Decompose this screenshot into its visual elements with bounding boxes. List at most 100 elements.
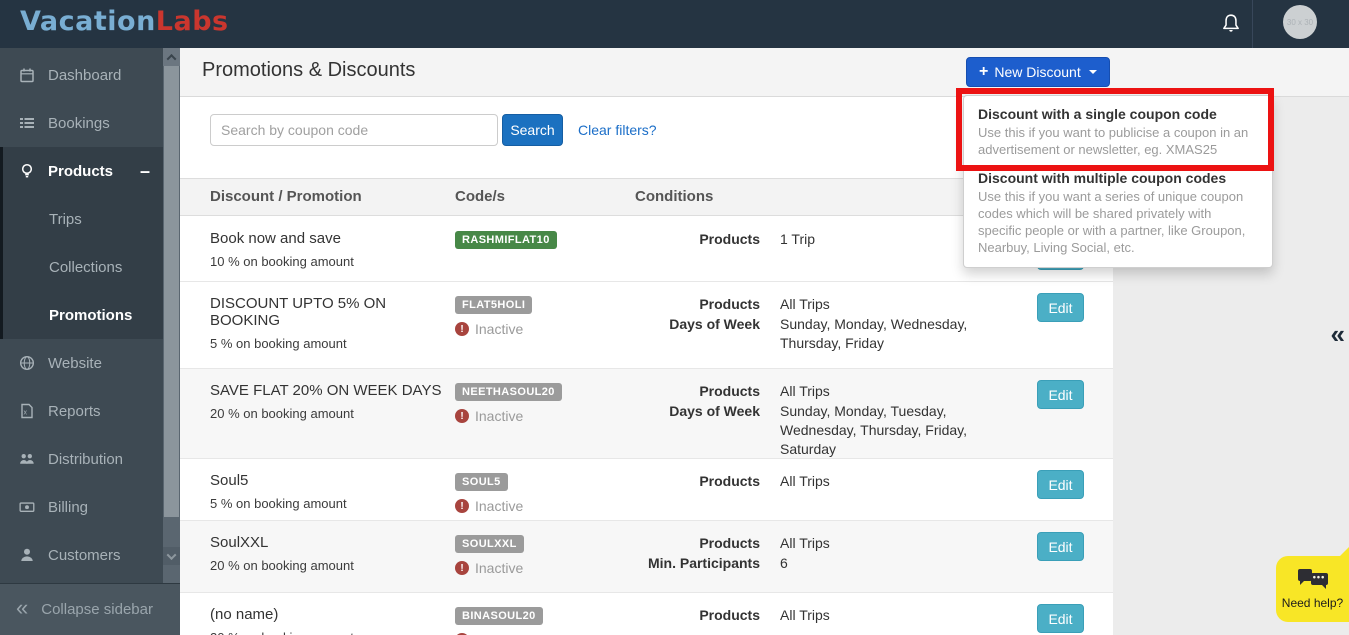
scroll-up-button[interactable] bbox=[163, 48, 180, 66]
sidebar-item-label: Reports bbox=[48, 403, 101, 420]
edit-button[interactable]: Edit bbox=[1037, 380, 1084, 409]
coupon-code-badge: NEETHASOUL20 bbox=[455, 383, 562, 401]
inactive-status: !Inactive bbox=[455, 321, 625, 337]
sidebar: DashboardBookings Products – TripsCollectio… bbox=[0, 48, 180, 635]
discount-name: DISCOUNT UPTO 5% ON BOOKING bbox=[210, 295, 450, 329]
list-icon bbox=[19, 115, 35, 131]
dropdown-item[interactable]: Discount with a single coupon codeUse th… bbox=[964, 103, 1272, 160]
column-header-discount: Discount / Promotion bbox=[210, 188, 362, 205]
collapse-sidebar-button[interactable]: « Collapse sidebar bbox=[0, 583, 180, 635]
conditions-cell: ProductsAll Trips bbox=[635, 606, 1015, 625]
dropdown-item-description: Use this if you want to publicise a coup… bbox=[978, 124, 1258, 158]
sidebar-item-website[interactable]: Website bbox=[0, 339, 180, 387]
edit-button[interactable]: Edit bbox=[1037, 604, 1084, 633]
scroll-down-button[interactable] bbox=[163, 547, 180, 565]
conditions-cell: Products All Trips Days of Week Sunday, Mon… bbox=[635, 295, 1015, 353]
warning-icon: ! bbox=[455, 322, 469, 336]
new-discount-label: New Discount bbox=[994, 64, 1080, 80]
discount-name-cell: Book now and save 10 % on booking amount bbox=[210, 230, 450, 269]
page-title: Promotions & Discounts bbox=[202, 59, 415, 82]
new-discount-dropdown: Discount with a single coupon codeUse th… bbox=[963, 95, 1273, 268]
discount-detail: 10 % on booking amount bbox=[210, 254, 450, 269]
chat-bubbles-icon: ••• bbox=[1298, 569, 1328, 590]
collapse-minus-icon[interactable]: – bbox=[140, 161, 150, 182]
condition-label: Products bbox=[635, 230, 760, 249]
condition-label: Products bbox=[635, 382, 760, 401]
table-body: Book now and save 10 % on booking amount R… bbox=[180, 217, 1113, 635]
search-input[interactable] bbox=[210, 114, 498, 146]
table-row: Soul55 % on booking amountSOUL5!Inactive… bbox=[180, 459, 1113, 521]
sidebar-item-bookings[interactable]: Bookings bbox=[0, 99, 180, 147]
clear-filters-link[interactable]: Clear filters? bbox=[578, 122, 657, 138]
sidebar-scrollbar[interactable] bbox=[163, 48, 180, 583]
condition-label: Products bbox=[635, 472, 760, 491]
sidebar-item-reports[interactable]: x Reports bbox=[0, 387, 180, 435]
condition-label: Days of Week bbox=[635, 402, 760, 459]
discount-detail: 5 % on booking amount bbox=[210, 336, 450, 351]
search-button[interactable]: Search bbox=[502, 114, 563, 146]
need-help-label: Need help? bbox=[1282, 596, 1343, 610]
conditions-cell: ProductsAll Trips bbox=[635, 472, 1015, 491]
discount-name: SAVE FLAT 20% ON WEEK DAYS bbox=[210, 382, 450, 399]
dropdown-item[interactable]: Discount with multiple coupon codesUse t… bbox=[964, 167, 1272, 258]
sidebar-item-distribution[interactable]: Distribution bbox=[0, 435, 180, 483]
warning-icon: ! bbox=[455, 409, 469, 423]
sidebar-products-group: Products – TripsCollectionsPromotions bbox=[0, 147, 180, 339]
discount-detail: 5 % on booking amount bbox=[210, 496, 450, 511]
condition-value: Sunday, Monday, Tuesday, Wednesday, Thur… bbox=[780, 402, 1015, 459]
notifications-bell-icon[interactable] bbox=[1220, 13, 1242, 35]
sidebar-subitem-promotions[interactable]: Promotions bbox=[3, 291, 180, 339]
sidebar-item-billing[interactable]: Billing bbox=[0, 483, 180, 531]
discount-name-cell: (no name)20 % on booking amount bbox=[210, 606, 450, 635]
condition-value: 6 bbox=[780, 554, 1015, 573]
code-cell: RASHMIFLAT10 bbox=[455, 230, 625, 249]
scrollbar-thumb[interactable] bbox=[164, 66, 179, 517]
coupon-code-badge: RASHMIFLAT10 bbox=[455, 231, 557, 249]
billing-icon bbox=[19, 499, 35, 515]
new-discount-button[interactable]: + New Discount bbox=[966, 57, 1110, 87]
sidebar-item-label: Products bbox=[48, 163, 113, 180]
condition-label: Days of Week bbox=[635, 315, 760, 353]
collapse-panel-icon[interactable]: « bbox=[1331, 319, 1345, 350]
condition-value: Sunday, Monday, Wednesday, Thursday, Fri… bbox=[780, 315, 1015, 353]
discount-detail: 20 % on booking amount bbox=[210, 406, 450, 421]
calendar-icon bbox=[19, 67, 35, 83]
condition-value: All Trips bbox=[780, 606, 1015, 625]
condition-label: Products bbox=[635, 295, 760, 314]
dropdown-item-title: Discount with multiple coupon codes bbox=[978, 169, 1258, 187]
sidebar-item-label: Website bbox=[48, 355, 102, 372]
globe-icon bbox=[19, 355, 35, 371]
discount-name: SoulXXL bbox=[210, 534, 450, 551]
chevron-up-icon bbox=[167, 53, 177, 63]
edit-button[interactable]: Edit bbox=[1037, 532, 1084, 561]
table-row: SAVE FLAT 20% ON WEEK DAYS 20 % on bookin… bbox=[180, 369, 1113, 459]
conditions-cell: ProductsAll TripsMin. Participants6 bbox=[635, 534, 1015, 573]
edit-button[interactable]: Edit bbox=[1037, 470, 1084, 499]
caret-down-icon bbox=[1089, 70, 1097, 74]
condition-label: Min. Participants bbox=[635, 554, 760, 573]
need-help-button[interactable]: ••• Need help? bbox=[1276, 556, 1349, 622]
edit-button[interactable]: Edit bbox=[1037, 293, 1084, 322]
discount-name-cell: Soul55 % on booking amount bbox=[210, 472, 450, 511]
warning-icon: ! bbox=[455, 561, 469, 575]
sidebar-item-customers[interactable]: Customers bbox=[0, 531, 180, 579]
logo-text-primary: Vacation bbox=[20, 6, 156, 37]
sidebar-subitem-trips[interactable]: Trips bbox=[3, 195, 180, 243]
table-row: SoulXXL20 % on booking amountSOULXXL!Ina… bbox=[180, 521, 1113, 593]
condition-value: All Trips bbox=[780, 295, 1015, 314]
user-avatar[interactable]: 30 x 30 bbox=[1283, 5, 1317, 39]
sidebar-subitem-collections[interactable]: Collections bbox=[3, 243, 180, 291]
sidebar-item-label: Billing bbox=[48, 499, 88, 516]
conditions-cell: Products1 Trip bbox=[635, 230, 1015, 249]
chevron-down-icon bbox=[167, 550, 177, 560]
discount-name: Book now and save bbox=[210, 230, 450, 247]
sidebar-item-label: Distribution bbox=[48, 451, 123, 468]
sidebar-item-dashboard[interactable]: Dashboard bbox=[0, 51, 180, 99]
column-header-codes: Code/s bbox=[455, 188, 505, 205]
code-cell: SOUL5!Inactive bbox=[455, 472, 625, 514]
report-icon: x bbox=[19, 403, 35, 419]
dropdown-item-title: Discount with a single coupon code bbox=[978, 105, 1258, 123]
table-row: (no name)20 % on booking amountBINASOUL2… bbox=[180, 593, 1113, 635]
sidebar-item-products[interactable]: Products – bbox=[3, 147, 180, 195]
conditions-cell: ProductsAll TripsDays of WeekSunday, Mon… bbox=[635, 382, 1015, 459]
